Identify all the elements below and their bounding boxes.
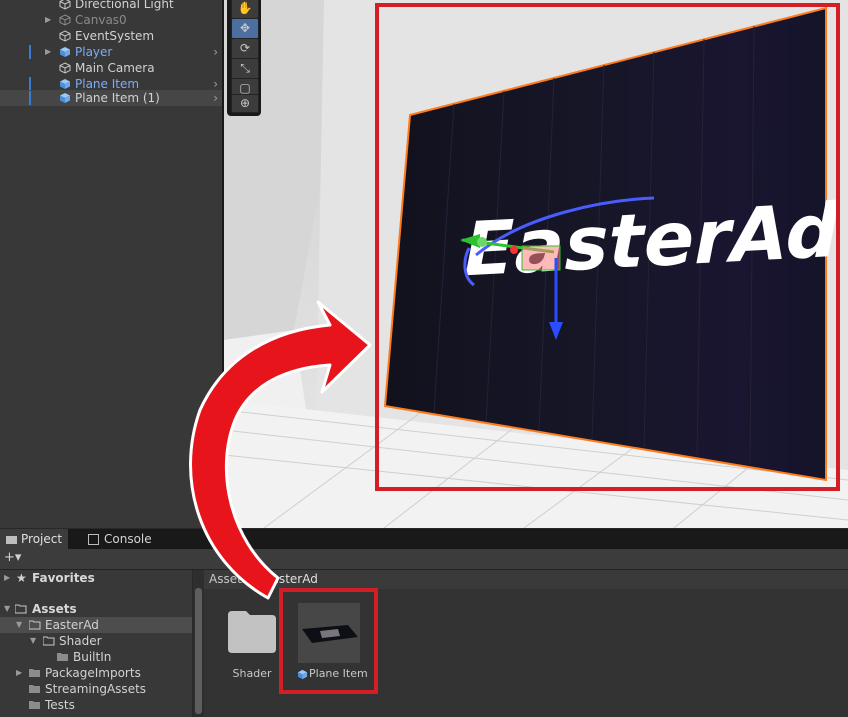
hierarchy-item-label: Canvas0 [75,13,127,27]
tree-item-packageimports[interactable]: ▶ PackageImports [0,665,192,681]
override-marker [29,45,31,59]
folder-icon [228,611,276,653]
tab-label: Project [21,532,63,546]
asset-grid: Shader Plane Item [204,588,848,717]
folder-icon [29,701,40,709]
breadcrumb-assets[interactable]: Assets [209,570,248,589]
console-icon [88,534,99,545]
tab-label: Console [104,532,152,546]
override-marker [29,91,31,105]
hierarchy-item-directional-light[interactable]: Directional Light [0,0,222,12]
tree-item-easterad[interactable]: ▼ EasterAd [0,617,192,633]
hierarchy-item-eventsystem[interactable]: EventSystem [0,28,222,44]
tree-item-label: StreamingAssets [45,682,147,696]
scene-tools-toolbar: ✋ ✥ ⟳ ⤡ ▢ ⊕ [227,0,261,116]
expand-arrow-icon[interactable]: ▶ [45,44,55,60]
collapse-arrow-icon[interactable]: ▼ [30,633,40,649]
project-toolbar: +▾ [0,549,848,570]
tree-item-label: Assets [32,602,77,616]
folder-open-icon [29,620,41,630]
rotate-tool-icon[interactable]: ⟳ [231,38,259,59]
panel-tab-bar: Project Console [0,529,848,549]
expand-arrow-icon[interactable]: ▶ [45,12,55,28]
tree-item-streamingassets[interactable]: StreamingAssets [0,681,192,697]
transform-tool-icon[interactable]: ⊕ [231,94,259,113]
tree-item-label: EasterAd [45,618,99,632]
override-marker [29,77,31,91]
asset-highlight-box [279,588,378,694]
scale-tool-icon[interactable]: ⤡ [231,58,259,79]
billboard-highlight-box [375,3,840,491]
tree-item-label: Favorites [32,571,95,585]
hierarchy-item-label: Main Camera [75,61,155,75]
folder-open-icon [43,636,55,646]
chevron-right-icon[interactable]: › [213,44,218,60]
tree-item-favorites[interactable]: ▶ ★ Favorites [0,570,192,586]
star-icon: ★ [16,571,27,585]
folder-icon [29,685,40,693]
hierarchy-item-label: Plane Item (1) [75,91,160,105]
gameobject-icon [59,62,71,74]
tree-item-label: BuiltIn [73,650,112,664]
tree-item-label: Tests [45,698,75,712]
prefab-icon [60,79,70,89]
hand-tool-icon[interactable]: ✋ [231,0,259,19]
tab-console[interactable]: Console [82,529,158,549]
tree-item-shader[interactable]: ▼ Shader [0,633,192,649]
project-tree: ▶ ★ Favorites ▼ Assets ▼ EasterAd ▼ Shad… [0,570,192,717]
gameobject-icon [59,0,71,10]
add-button[interactable]: +▾ [4,550,21,565]
tree-item-assets[interactable]: ▼ Assets [0,601,192,617]
folder-icon [57,653,68,661]
prefab-icon [60,93,70,103]
move-tool-icon[interactable]: ✥ [231,18,259,39]
tree-item-builtin[interactable]: BuiltIn [0,649,192,665]
tree-item-label: PackageImports [45,666,141,680]
breadcrumb-separator-icon: › [254,572,259,586]
expand-arrow-icon[interactable]: ▶ [16,665,26,681]
hierarchy-item-player[interactable]: ▶ Player › [0,44,222,60]
folder-icon [29,669,40,677]
hierarchy-panel: Directional Light ▶ Canvas0 EventSystem … [0,0,222,528]
expand-arrow-icon[interactable]: ▶ [4,570,14,586]
folder-icon [6,535,17,544]
prefab-icon [60,47,70,57]
hierarchy-item-label: Player [75,45,113,59]
breadcrumb-easterad[interactable]: EasterAd [264,570,318,589]
scene-view[interactable]: EasterAd ✋ ✥ ⟳ ⤡ ▢ ⊕ [224,0,848,528]
tree-scrollbar[interactable] [193,570,204,717]
scrollbar-thumb[interactable] [195,588,202,714]
hierarchy-item-main-camera[interactable]: Main Camera [0,60,222,76]
hierarchy-item-plane-item-1[interactable]: Plane Item (1) › [0,90,222,106]
collapse-arrow-icon[interactable]: ▼ [16,617,26,633]
chevron-right-icon[interactable]: › [213,90,218,106]
folder-open-icon [15,604,27,614]
hierarchy-item-canvas0[interactable]: ▶ Canvas0 [0,12,222,28]
tree-item-label: Shader [59,634,102,648]
hierarchy-item-label: Directional Light [75,0,174,11]
tree-item-tests[interactable]: Tests [0,697,192,713]
gameobject-icon [59,14,71,26]
gameobject-icon [59,30,71,42]
collapse-arrow-icon[interactable]: ▼ [4,601,14,617]
tab-project[interactable]: Project [0,529,69,549]
breadcrumb: Assets › EasterAd [204,570,848,589]
hierarchy-item-label: EventSystem [75,29,155,43]
